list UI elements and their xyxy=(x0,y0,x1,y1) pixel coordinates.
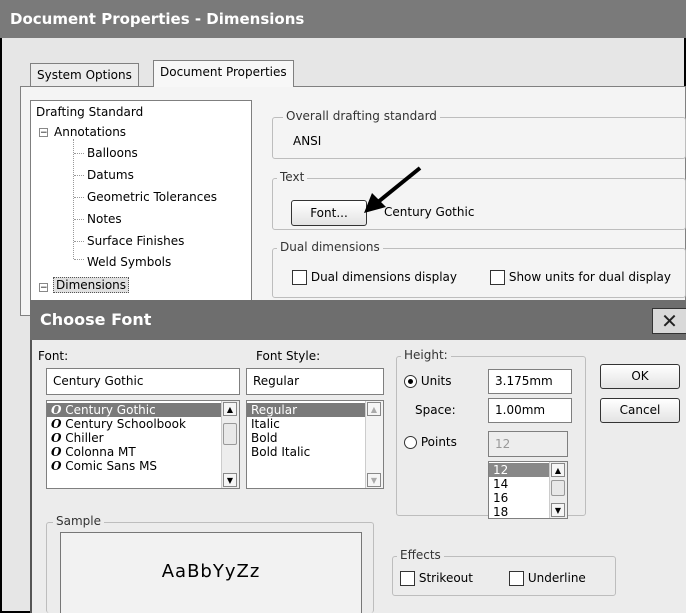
points-radio[interactable] xyxy=(404,436,417,449)
options-tree: Drafting Standard − Annotations Balloons… xyxy=(30,100,252,310)
units-label: Units xyxy=(420,374,452,388)
font-name-input[interactable]: Century Gothic xyxy=(46,368,240,395)
font-label: Font: xyxy=(38,349,69,363)
points-list-scrollbar[interactable]: ▲ ▼ xyxy=(549,462,567,518)
tree-item-dimensions[interactable]: Dimensions xyxy=(53,277,130,293)
scroll-thumb[interactable] xyxy=(223,423,237,445)
scroll-down-icon[interactable]: ▼ xyxy=(223,473,237,487)
pointer-arrow-icon xyxy=(364,166,422,213)
units-radio[interactable] xyxy=(404,375,417,388)
collapse-annotations-icon[interactable]: − xyxy=(39,128,48,138)
style-list-item[interactable]: Regular xyxy=(247,403,365,417)
font-type-icon: O xyxy=(51,417,62,431)
height-legend: Height: xyxy=(401,348,451,362)
font-style-list[interactable]: Regular Italic Bold Bold Italic ▲ ▼ xyxy=(246,400,384,489)
font-list-item[interactable]: O Colonna MT xyxy=(47,445,239,459)
overall-standard-value: ANSI xyxy=(293,134,322,148)
strikeout-checkbox[interactable] xyxy=(400,571,415,586)
cancel-button[interactable]: Cancel xyxy=(600,398,680,423)
close-icon[interactable]: ✕ xyxy=(652,308,686,334)
tree-branch xyxy=(74,259,84,260)
window-title: Document Properties - Dimensions xyxy=(0,0,686,38)
points-label: Points xyxy=(420,435,457,449)
scroll-up-icon: ▲ xyxy=(367,402,381,416)
font-list[interactable]: O Century Gothic O Century Schoolbook O … xyxy=(46,400,240,489)
tree-branch xyxy=(74,153,84,154)
units-option[interactable]: Units xyxy=(404,374,452,388)
tree-branch xyxy=(74,197,84,198)
tree-branch xyxy=(74,219,84,220)
tree-item-geometric-tolerances[interactable]: Geometric Tolerances xyxy=(87,190,217,204)
font-item-label: Century Schoolbook xyxy=(65,417,186,431)
underline-option[interactable]: Underline xyxy=(509,571,586,586)
overall-standard-group: Overall drafting standard ANSI xyxy=(272,109,686,159)
overall-standard-legend: Overall drafting standard xyxy=(283,109,440,123)
show-units-checkbox[interactable] xyxy=(490,270,505,285)
show-units-label: Show units for dual display xyxy=(508,270,671,284)
font-list-item[interactable]: O Comic Sans MS xyxy=(47,459,239,473)
font-item-label: Colonna MT xyxy=(65,445,136,459)
tab-system-options[interactable]: System Options xyxy=(30,63,139,87)
strikeout-option[interactable]: Strikeout xyxy=(400,571,473,586)
tree-item-drafting-standard[interactable]: Drafting Standard xyxy=(36,105,143,119)
dual-display-label: Dual dimensions display xyxy=(310,270,458,284)
style-list-item[interactable]: Bold Italic xyxy=(247,445,383,459)
points-option[interactable]: Points xyxy=(404,435,457,449)
points-input[interactable]: 12 xyxy=(488,431,568,457)
font-type-icon: O xyxy=(51,445,62,459)
font-type-icon: O xyxy=(51,431,62,445)
tree-item-notes[interactable]: Notes xyxy=(87,212,122,226)
style-list-scrollbar: ▲ ▼ xyxy=(365,401,383,488)
style-list-item[interactable]: Bold xyxy=(247,431,383,445)
tree-item-balloons[interactable]: Balloons xyxy=(87,146,138,160)
tree-item-datums[interactable]: Datums xyxy=(87,168,134,182)
text-legend: Text xyxy=(277,170,308,184)
collapse-dimensions-icon[interactable]: − xyxy=(39,283,48,293)
ok-button[interactable]: OK xyxy=(600,364,680,389)
font-item-label: Chiller xyxy=(65,431,104,445)
dual-display-checkbox[interactable] xyxy=(292,270,307,285)
tree-item-annotations[interactable]: Annotations xyxy=(54,125,126,139)
font-type-icon: O xyxy=(51,459,62,473)
tree-branch xyxy=(74,241,84,242)
scroll-up-icon[interactable]: ▲ xyxy=(223,402,237,416)
strikeout-label: Strikeout xyxy=(418,571,473,585)
scroll-down-icon: ▼ xyxy=(367,473,381,487)
font-list-scrollbar[interactable]: ▲ ▼ xyxy=(221,401,239,488)
effects-legend: Effects xyxy=(397,548,444,562)
font-type-icon: O xyxy=(51,403,62,417)
font-style-label: Font Style: xyxy=(256,349,321,363)
scroll-down-icon[interactable]: ▼ xyxy=(551,503,565,517)
font-list-item[interactable]: O Chiller xyxy=(47,431,239,445)
points-list[interactable]: 12 14 16 18 ▲ ▼ xyxy=(488,461,568,519)
tab-document-properties[interactable]: Document Properties xyxy=(153,60,294,87)
scroll-thumb[interactable] xyxy=(551,480,565,496)
space-input[interactable]: 1.00mm xyxy=(488,398,572,423)
underline-checkbox[interactable] xyxy=(509,571,524,586)
units-height-input[interactable]: 3.175mm xyxy=(488,369,572,394)
sample-legend: Sample xyxy=(53,514,104,528)
tree-item-surface-finishes[interactable]: Surface Finishes xyxy=(87,234,184,248)
dual-dimensions-legend: Dual dimensions xyxy=(277,240,383,254)
tree-branch xyxy=(74,175,84,176)
style-list-item[interactable]: Italic xyxy=(247,417,383,431)
font-list-item[interactable]: O Century Schoolbook xyxy=(47,417,239,431)
sample-preview: AaBbYyZz xyxy=(60,532,362,613)
choose-font-title: Choose Font xyxy=(30,300,686,340)
show-units-option[interactable]: Show units for dual display xyxy=(490,270,671,285)
font-list-item[interactable]: O Century Gothic xyxy=(47,403,239,417)
scroll-up-icon[interactable]: ▲ xyxy=(551,463,565,477)
space-label: Space: xyxy=(415,403,456,417)
tree-item-weld-symbols[interactable]: Weld Symbols xyxy=(87,255,171,269)
underline-label: Underline xyxy=(527,571,586,585)
font-item-label: Comic Sans MS xyxy=(65,459,158,473)
font-item-label: Century Gothic xyxy=(65,403,156,417)
font-style-input[interactable]: Regular xyxy=(246,368,384,395)
points-list-item[interactable]: 12 xyxy=(489,463,549,477)
dual-display-option[interactable]: Dual dimensions display xyxy=(292,270,457,285)
